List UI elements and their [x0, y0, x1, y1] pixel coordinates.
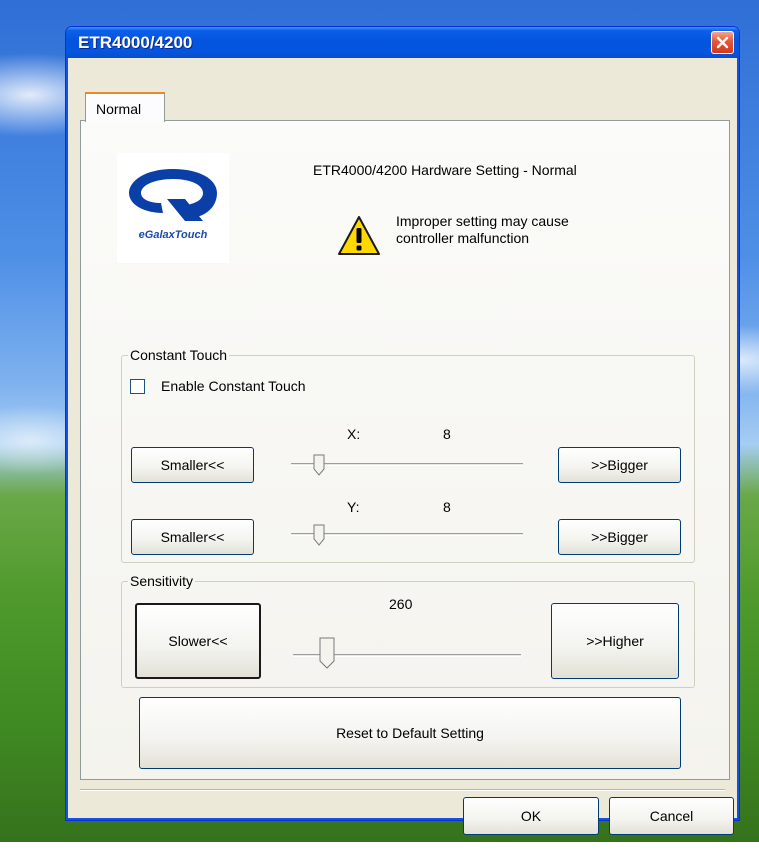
- cancel-button[interactable]: Cancel: [609, 797, 734, 835]
- ok-button[interactable]: OK: [463, 797, 599, 835]
- tab-normal[interactable]: Normal: [85, 92, 165, 122]
- logo-text: eGalaxTouch: [138, 229, 208, 241]
- hardware-setting-title: ETR4000/4200 Hardware Setting - Normal: [313, 162, 577, 178]
- sensitivity-value: 260: [389, 596, 413, 612]
- y-value: 8: [443, 499, 451, 515]
- close-icon: [716, 36, 729, 49]
- constant-touch-group-label: Constant Touch: [130, 347, 228, 363]
- x-bigger-button[interactable]: >>Bigger: [558, 447, 681, 483]
- y-axis-label: Y:: [347, 499, 360, 515]
- dialog-window: ETR4000/4200 Normal eGalaxTouch ETR4000/…: [65, 26, 740, 835]
- x-axis-label: X:: [347, 426, 361, 442]
- close-button[interactable]: [711, 31, 734, 54]
- y-slider-track[interactable]: [291, 533, 523, 536]
- desktop-edge: [0, 842, 759, 854]
- egalaxtouch-logo: eGalaxTouch: [117, 153, 229, 263]
- sensitivity-group-label: Sensitivity: [130, 573, 194, 589]
- warning-line-2: controller malfunction: [396, 230, 530, 246]
- x-smaller-button[interactable]: Smaller<<: [131, 447, 254, 483]
- sensitivity-slider-thumb[interactable]: [319, 637, 335, 669]
- x-value: 8: [443, 426, 451, 442]
- warning-icon: [338, 216, 380, 255]
- warning-line-1: Improper setting may cause: [396, 213, 569, 229]
- window-title: ETR4000/4200: [78, 33, 193, 52]
- enable-constant-touch-label: Enable Constant Touch: [161, 378, 306, 394]
- footer-separator: [80, 789, 725, 791]
- reset-default-button[interactable]: Reset to Default Setting: [139, 697, 681, 769]
- x-slider-track[interactable]: [291, 463, 523, 466]
- y-slider-thumb[interactable]: [313, 524, 325, 546]
- tab-page-normal: eGalaxTouch ETR4000/4200 Hardware Settin…: [80, 120, 730, 780]
- logo-mark: [129, 169, 217, 221]
- x-slider-thumb[interactable]: [313, 454, 325, 476]
- dialog-client: Normal eGalaxTouch ETR4000/4200 Hardware…: [69, 58, 736, 835]
- slower-button[interactable]: Slower<<: [135, 603, 261, 679]
- enable-constant-touch-checkbox[interactable]: [130, 379, 145, 394]
- higher-button[interactable]: >>Higher: [551, 603, 679, 679]
- y-smaller-button[interactable]: Smaller<<: [131, 519, 254, 555]
- y-bigger-button[interactable]: >>Bigger: [558, 519, 681, 555]
- warning-text: Improper setting may cause controller ma…: [396, 213, 636, 247]
- title-bar[interactable]: ETR4000/4200: [66, 27, 739, 58]
